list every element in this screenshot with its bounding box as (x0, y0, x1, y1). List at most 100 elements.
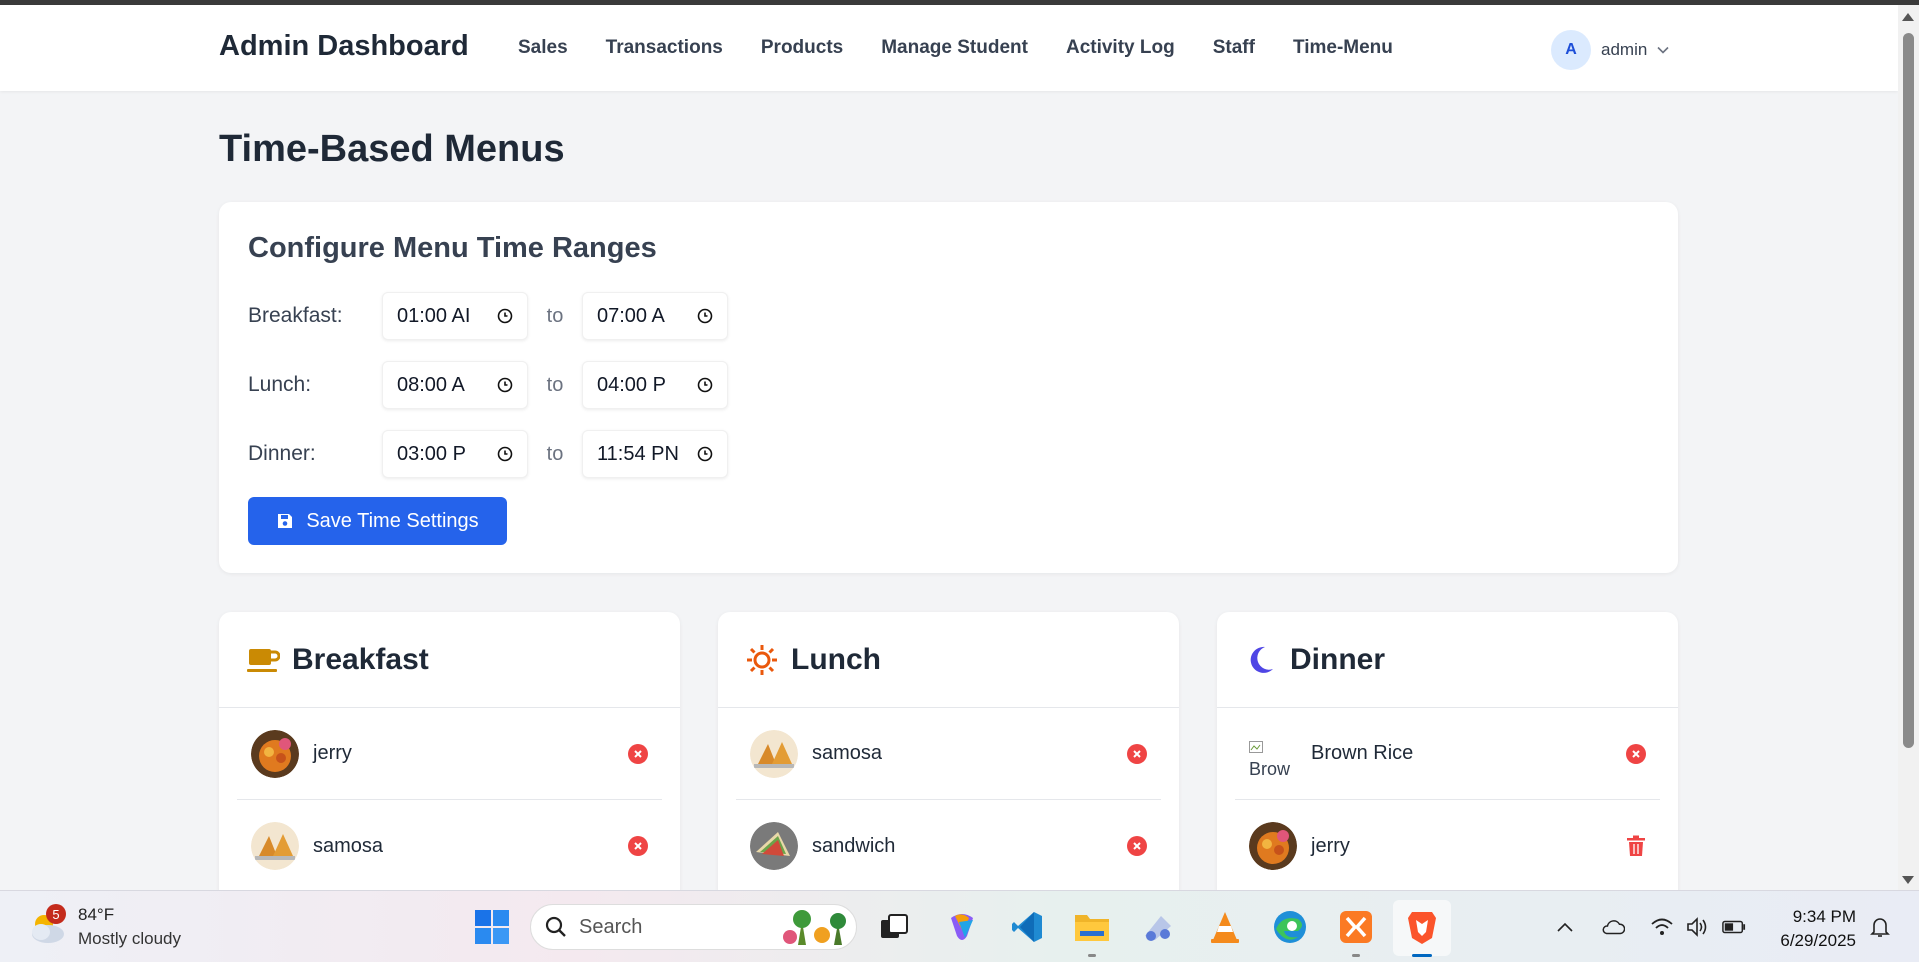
onedrive-cloud-icon[interactable] (1601, 915, 1625, 939)
taskbar: 5 84°F Mostly cloudy Search 9:34 PM 6/29… (0, 890, 1919, 962)
search-icon (545, 916, 566, 937)
item-name: sandwich (812, 834, 896, 857)
save-button-label: Save Time Settings (306, 509, 479, 532)
trash-icon[interactable] (1626, 835, 1646, 857)
clock-date: 6/29/2025 (1780, 931, 1856, 950)
to-label: to (546, 304, 564, 327)
food-thumbnail (251, 822, 299, 870)
wifi-icon[interactable] (1650, 915, 1674, 939)
item-name: samosa (313, 834, 384, 857)
taskbar-search-input[interactable]: Search (530, 904, 857, 950)
scroll-down-arrow-icon[interactable] (1902, 876, 1914, 884)
battery-icon[interactable] (1722, 915, 1746, 939)
save-time-settings-button[interactable]: Save Time Settings (248, 497, 507, 545)
dinner-menu-card: Dinner Brow Brown Rice jerry (1217, 612, 1678, 892)
weather-text: 84°F Mostly cloudy (78, 903, 181, 951)
scrollbar[interactable] (1898, 5, 1919, 890)
snipping-tool-icon[interactable] (1138, 907, 1178, 947)
dinner-start-time-input[interactable]: 03:00 P (382, 430, 528, 478)
list-item: samosa (736, 708, 1161, 800)
food-thumbnail (1249, 822, 1297, 870)
copilot-icon[interactable] (942, 907, 982, 947)
time-row-lunch: Lunch: 08:00 A to 04:00 P (248, 361, 728, 409)
breakfast-start-time-input[interactable]: 01:00 AI (382, 292, 528, 340)
nav-link-sales[interactable]: Sales (518, 37, 568, 59)
nav-link-activity-log[interactable]: Activity Log (1066, 37, 1175, 59)
weather-widget[interactable]: 5 84°F Mostly cloudy (26, 903, 181, 951)
avatar: A (1551, 30, 1591, 70)
list-item: samosa (237, 800, 662, 892)
brand-title[interactable]: Admin Dashboard (219, 30, 469, 63)
clock-icon (697, 446, 713, 462)
close-icon (1632, 749, 1640, 758)
search-placeholder: Search (579, 915, 643, 938)
food-thumbnail (251, 729, 299, 778)
notifications-bell-icon[interactable] (1868, 915, 1892, 939)
windows-start-icon[interactable] (474, 909, 510, 945)
broken-image-icon (1249, 740, 1263, 753)
item-name: jerry (313, 742, 352, 764)
to-label: to (546, 442, 564, 465)
menu-card-title: Breakfast (292, 642, 429, 676)
edge-icon[interactable] (1270, 907, 1310, 947)
clock-icon (497, 377, 513, 393)
vscode-icon[interactable] (1007, 907, 1047, 947)
remove-item-button[interactable] (628, 836, 648, 856)
nav-link-products[interactable]: Products (761, 37, 843, 59)
weather-desc: Mostly cloudy (78, 929, 181, 948)
close-icon (1133, 749, 1141, 758)
remove-item-button[interactable] (628, 743, 648, 764)
nav-link-staff[interactable]: Staff (1213, 37, 1255, 59)
file-explorer-icon[interactable] (1072, 907, 1112, 957)
running-indicator (1352, 954, 1360, 957)
nav-link-transactions[interactable]: Transactions (606, 37, 723, 59)
floppy-disk-icon (278, 514, 293, 528)
item-name: samosa (812, 742, 883, 764)
lunch-menu-card: Lunch samosa sandwich (718, 612, 1179, 892)
clock-time: 9:34 PM (1792, 907, 1856, 926)
active-indicator (1412, 954, 1432, 957)
list-item: sandwich (736, 800, 1161, 892)
task-view-icon[interactable] (874, 907, 914, 947)
scroll-up-arrow-icon[interactable] (1902, 13, 1914, 21)
running-indicator (1088, 954, 1096, 957)
remove-item-button[interactable] (1626, 743, 1646, 764)
user-menu[interactable]: A admin (1551, 30, 1669, 70)
show-hidden-icons-chevron-up-icon[interactable] (1553, 915, 1577, 939)
broken-image-placeholder: Brow (1249, 730, 1297, 778)
breakfast-end-time-input[interactable]: 07:00 A (582, 292, 728, 340)
lunch-start-time-input[interactable]: 08:00 A (382, 361, 528, 409)
lunch-end-time-input[interactable]: 04:00 P (582, 361, 728, 409)
menu-card-header: Dinner (1217, 612, 1678, 708)
food-thumbnail (750, 729, 798, 778)
user-name: admin (1601, 40, 1648, 59)
moon-icon (1244, 643, 1278, 677)
nav-link-manage-student[interactable]: Manage Student (881, 37, 1028, 59)
brave-browser-app-active[interactable] (1393, 900, 1451, 957)
brave-icon[interactable] (1402, 908, 1442, 957)
chevron-down-icon (1657, 46, 1669, 54)
volume-icon[interactable] (1686, 915, 1710, 939)
search-highlight-icon (783, 910, 846, 945)
scroll-thumb[interactable] (1903, 33, 1914, 748)
menu-card-header: Lunch (718, 612, 1179, 708)
coffee-cup-icon (246, 643, 280, 677)
remove-item-button[interactable] (1127, 836, 1147, 856)
xampp-icon[interactable] (1336, 907, 1376, 957)
nav-link-time-menu[interactable]: Time-Menu (1293, 37, 1393, 59)
dinner-end-time-input[interactable]: 11:54 PN (582, 430, 728, 478)
remove-item-button[interactable] (1127, 743, 1147, 764)
notification-badge: 5 (46, 904, 66, 924)
menu-card-title: Dinner (1290, 642, 1386, 676)
list-item: jerry (237, 708, 662, 800)
sun-icon (745, 643, 779, 677)
weather-temp: 84°F (78, 905, 115, 924)
time-config-card: Configure Menu Time Ranges Breakfast: 01… (219, 202, 1678, 573)
menu-card-header: Breakfast (219, 612, 680, 708)
system-clock[interactable]: 9:34 PM 6/29/2025 (1770, 905, 1856, 953)
vlc-icon[interactable] (1205, 907, 1245, 947)
nav-links: Sales Transactions Products Manage Stude… (518, 37, 1393, 59)
list-item: Brow Brown Rice (1235, 708, 1660, 800)
navbar: Admin Dashboard Sales Transactions Produ… (0, 5, 1898, 91)
close-icon (634, 749, 642, 758)
